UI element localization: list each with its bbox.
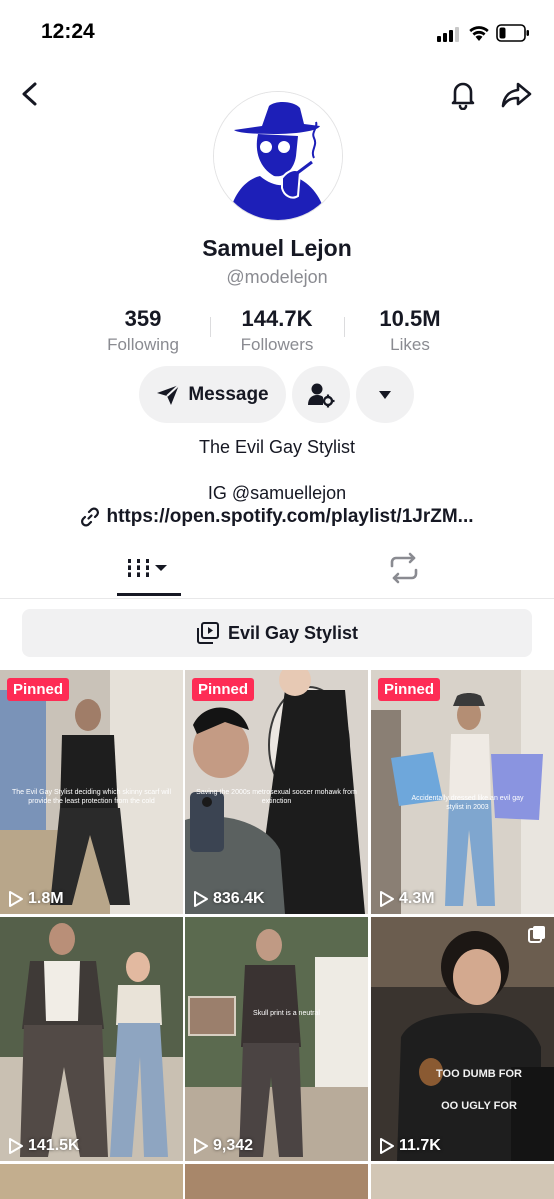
svg-text:TOO DUMB FOR: TOO DUMB FOR <box>436 1068 522 1080</box>
link-icon <box>81 507 100 527</box>
tab-videos[interactable] <box>117 540 181 596</box>
video-caption: Accidentally dressed like an evil gay st… <box>411 795 524 811</box>
following-count: 359 <box>124 306 162 331</box>
video-thumbnail[interactable]: TOO DUMB FOR OO UGLY FOR 11.7K <box>371 917 554 1161</box>
caret-down-icon <box>379 390 391 399</box>
thumbnail-image <box>185 917 368 1161</box>
cellular-signal-icon <box>437 27 459 42</box>
svg-text:OO UGLY FOR: OO UGLY FOR <box>441 1100 517 1112</box>
view-count: 836.4K <box>193 890 265 908</box>
play-icon <box>194 891 208 907</box>
thumbnail-image <box>371 670 554 914</box>
message-button[interactable]: Message <box>139 366 286 423</box>
followers-count: 144.7K <box>241 306 313 331</box>
video-caption: The Evil Gay Stylist deciding which skin… <box>11 789 172 805</box>
video-thumbnail[interactable]: 141.5K <box>0 917 183 1161</box>
avatar-illustration <box>214 92 342 220</box>
profile-avatar[interactable] <box>213 91 343 221</box>
likes-count: 10.5M <box>379 306 441 331</box>
view-count-text: 141.5K <box>28 1137 80 1154</box>
thumbnail-image <box>0 917 183 1161</box>
video-thumbnail[interactable]: Pinned The Evil Gay Stylist deciding whi… <box>0 670 183 914</box>
stat-following[interactable]: 359 Following <box>73 306 213 355</box>
profile-handle: @modelejon <box>226 267 328 287</box>
user-settings-button[interactable] <box>292 366 350 423</box>
user-gear-icon <box>308 383 335 407</box>
video-thumbnail[interactable]: Pinned Saving the 2000s metrosexual socc… <box>185 670 368 914</box>
active-tab-indicator <box>117 593 181 596</box>
profile-link-text: https://open.spotify.com/playlist/1JrZM.… <box>106 506 474 527</box>
message-button-label: Message <box>188 383 269 405</box>
status-bar: 12:24 <box>0 0 554 64</box>
view-count-text: 11.7K <box>399 1137 441 1154</box>
following-label: Following <box>107 335 179 354</box>
bell-icon[interactable] <box>447 78 479 110</box>
video-grid-icon <box>126 559 167 577</box>
profile-ig: IG @samuellejon <box>207 483 347 503</box>
play-icon <box>9 1138 23 1154</box>
view-count: 11.7K <box>379 1137 441 1155</box>
repost-icon[interactable] <box>386 552 422 584</box>
thumbnail-image: TOO DUMB FOR OO UGLY FOR <box>371 917 554 1161</box>
view-count: 141.5K <box>8 1137 80 1155</box>
view-count: 1.8M <box>8 890 64 908</box>
view-count: 4.3M <box>379 890 435 908</box>
multi-photo-icon <box>528 926 545 943</box>
pinned-badge: Pinned <box>192 678 255 701</box>
back-arrow-icon[interactable] <box>18 80 42 108</box>
video-thumbnail[interactable] <box>371 1164 554 1199</box>
play-icon <box>194 1138 208 1154</box>
video-thumbnail[interactable]: Pinned Accidentally dressed like an evil… <box>371 670 554 914</box>
playlist-button[interactable]: Evil Gay Stylist <box>22 609 532 657</box>
view-count-text: 836.4K <box>213 890 265 907</box>
share-icon[interactable] <box>500 78 534 110</box>
video-thumbnail[interactable] <box>0 1164 183 1199</box>
wifi-icon <box>469 26 489 41</box>
video-thumbnail[interactable] <box>185 1164 368 1199</box>
followers-label: Followers <box>240 335 314 354</box>
video-thumbnail[interactable]: Skull print is a neutral 9,342 <box>185 917 368 1161</box>
battery-icon <box>496 24 529 42</box>
pinned-badge: Pinned <box>378 678 441 701</box>
play-icon <box>9 891 23 907</box>
pinned-badge: Pinned <box>7 678 70 701</box>
likes-label: Likes <box>390 335 430 354</box>
content-tabs <box>0 540 554 599</box>
send-icon <box>157 383 181 405</box>
video-caption: Skull print is a neutral <box>253 1010 320 1017</box>
view-count-text: 4.3M <box>399 890 435 907</box>
playlist-icon <box>196 622 219 644</box>
playlist-label: Evil Gay Stylist <box>227 622 359 643</box>
stat-followers[interactable]: 144.7K Followers <box>207 306 347 355</box>
view-count-text: 1.8M <box>28 890 64 907</box>
status-time: 12:24 <box>41 20 95 43</box>
view-count-text: 9,342 <box>213 1137 254 1154</box>
profile-name: Samuel Lejon <box>202 235 352 261</box>
stat-likes[interactable]: 10.5M Likes <box>340 306 480 355</box>
view-count: 9,342 <box>193 1137 253 1155</box>
play-icon <box>380 1138 394 1154</box>
video-caption: Saving the 2000s metrosexual soccer moha… <box>196 789 357 805</box>
profile-link[interactable]: https://open.spotify.com/playlist/1JrZM.… <box>0 506 554 528</box>
profile-bio: The Evil Gay Stylist <box>198 437 356 457</box>
play-icon <box>380 891 394 907</box>
more-dropdown-button[interactable] <box>356 366 414 423</box>
